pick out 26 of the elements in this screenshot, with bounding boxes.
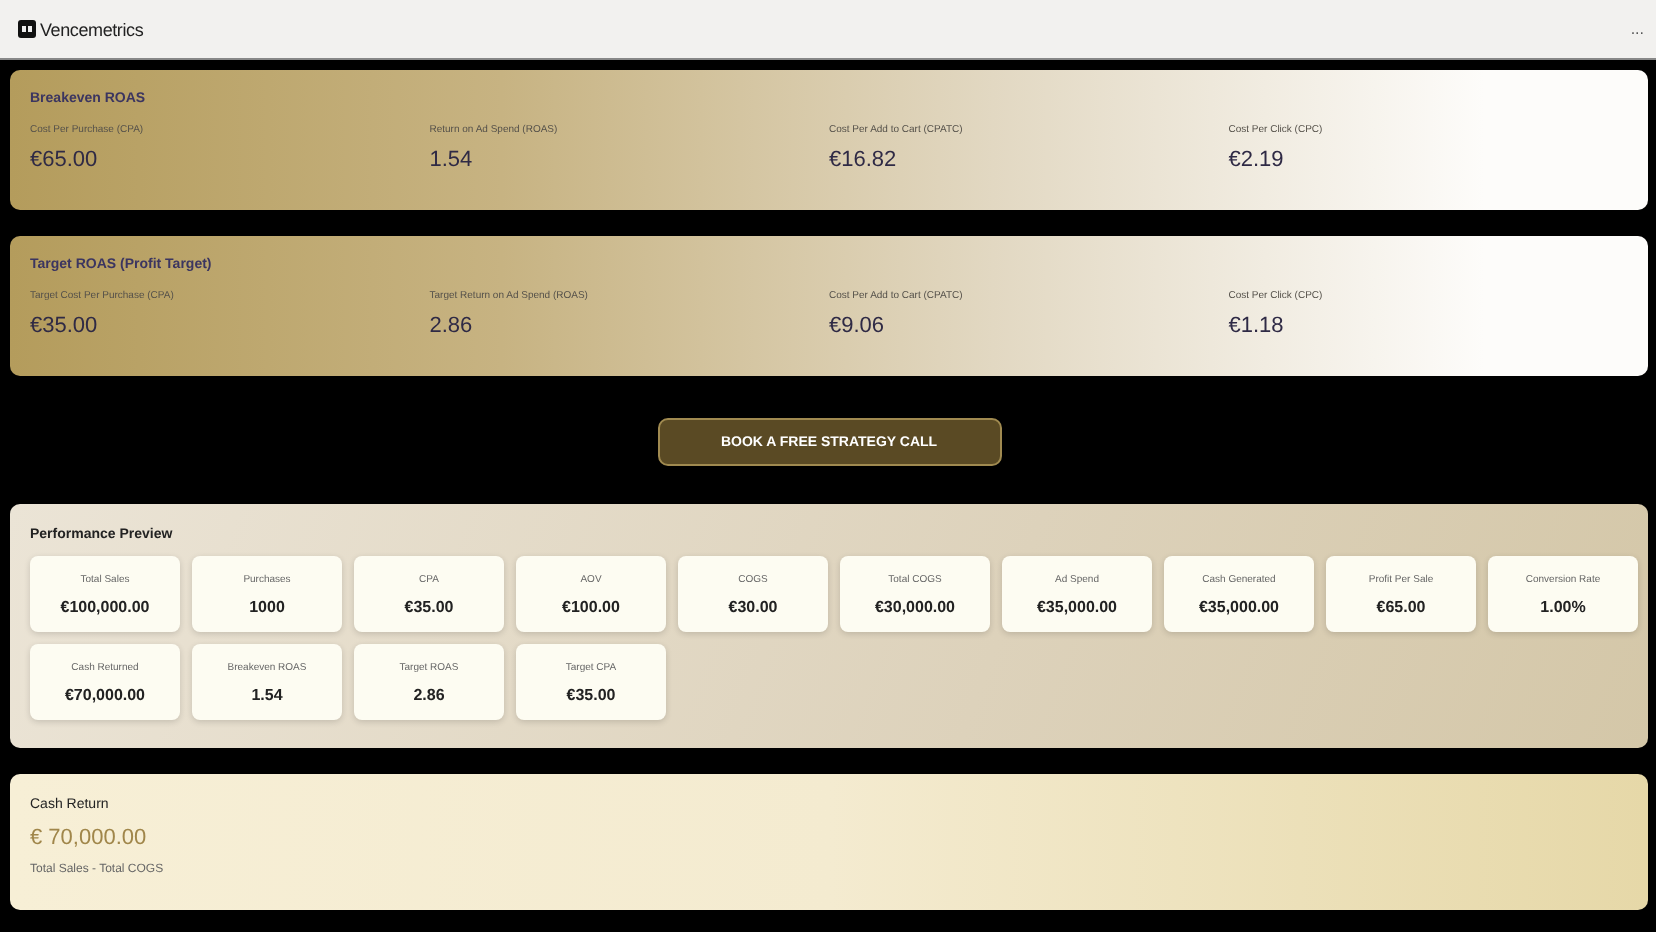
stat-value: €35,000.00 [1036, 597, 1118, 615]
stat-value: €35.00 [404, 597, 454, 615]
metric-value: €1.18 [1228, 314, 1286, 338]
stat-value: 2.86 [413, 685, 445, 703]
stat-value: €100.00 [562, 597, 620, 615]
metric-value: €2.19 [1228, 148, 1286, 172]
menu-button[interactable]: ... [1630, 20, 1644, 38]
stat-value: €65.00 [1376, 597, 1426, 615]
app-name: Vencemetrics [40, 19, 144, 39]
stat-value: €30.00 [728, 597, 778, 615]
metric-value: €35.00 [30, 314, 100, 338]
stat-value: €35.00 [566, 685, 616, 703]
stat-value: 1.54 [251, 685, 283, 703]
metric-value: €16.82 [829, 148, 899, 172]
cash-return-value: € 70,000.00 [30, 826, 149, 850]
metric-value: €65.00 [30, 148, 100, 172]
stat-value: €70,000.00 [64, 685, 146, 703]
stat-value: 1000 [249, 597, 285, 615]
stat-value: 1.00% [1540, 597, 1586, 615]
stat-value: €30,000.00 [874, 597, 956, 615]
stat-value: €35,000.00 [1198, 597, 1280, 615]
metric-value: 1.54 [429, 148, 475, 172]
metric-value: 2.86 [429, 314, 475, 338]
stat-value: €100,000.00 [60, 597, 150, 615]
metric-value: €9.06 [829, 314, 887, 338]
logo-icon [18, 20, 36, 38]
